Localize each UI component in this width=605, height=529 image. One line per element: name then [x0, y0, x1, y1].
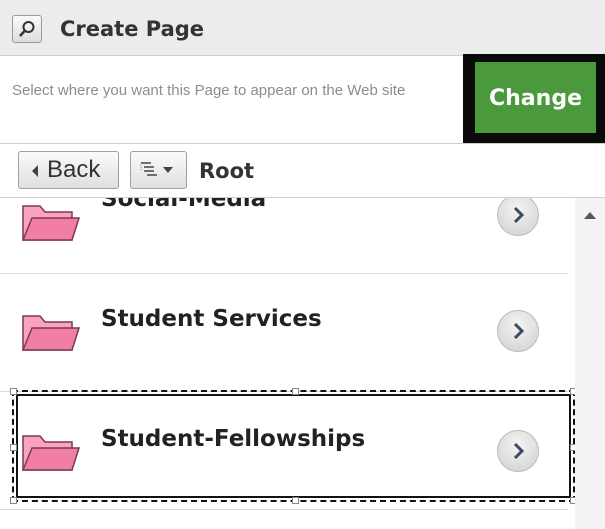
dialog-header: Create Page — [0, 0, 605, 56]
scrollbar[interactable] — [575, 198, 605, 529]
list-item[interactable]: Student Services — [0, 274, 568, 392]
resize-handle — [292, 497, 299, 504]
resize-handle — [292, 388, 299, 395]
resize-handle — [10, 444, 17, 451]
instruction-text: Select where you want this Page to appea… — [12, 82, 406, 99]
search-button[interactable] — [12, 15, 42, 43]
back-button-label: Back — [47, 156, 101, 183]
tree-view-button[interactable] — [130, 151, 187, 189]
selection-outline — [10, 388, 577, 504]
breadcrumb: Root — [199, 159, 255, 183]
change-button[interactable]: Change — [475, 62, 596, 133]
folder-icon — [20, 308, 81, 358]
scroll-up-arrow-icon[interactable] — [584, 212, 596, 219]
open-folder-button[interactable] — [497, 198, 539, 236]
open-folder-button[interactable] — [497, 310, 539, 352]
dialog-title: Create Page — [60, 17, 205, 41]
resize-handle — [10, 388, 17, 395]
list-item[interactable]: Social-Media — [0, 198, 568, 274]
folder-icon — [20, 198, 81, 248]
back-button[interactable]: Back — [18, 151, 119, 189]
folder-name: Social-Media — [101, 198, 267, 212]
folder-name: Student Services — [101, 306, 322, 332]
resize-handle — [10, 497, 17, 504]
caret-left-icon — [32, 165, 38, 177]
